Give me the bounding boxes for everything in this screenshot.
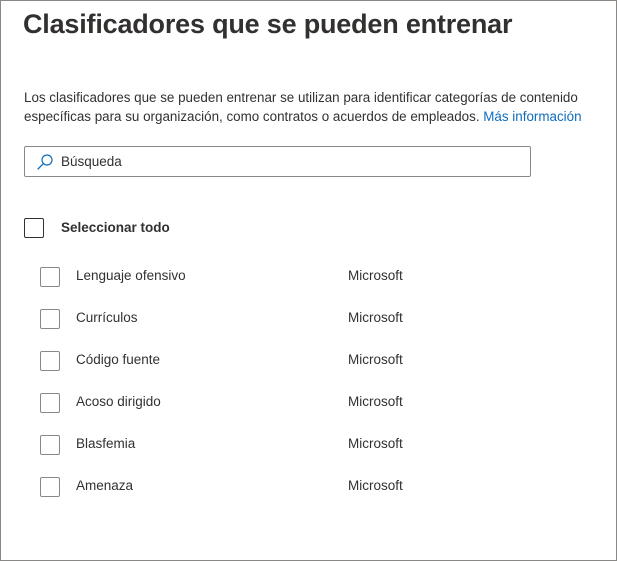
search-icon [37,154,53,170]
classifier-checkbox[interactable] [40,477,60,497]
classifier-row[interactable]: Lenguaje ofensivo Microsoft [40,267,580,287]
page-title: Clasificadores que se pueden entrenar [23,9,513,39]
search-box[interactable] [24,146,531,177]
description: Los clasificadores que se pueden entrena… [24,88,599,126]
classifier-checkbox[interactable] [40,351,60,371]
classifier-publisher: Microsoft [348,268,403,283]
classifier-checkbox[interactable] [40,309,60,329]
classifier-name: Acoso dirigido [76,394,161,409]
trainable-classifiers-panel: Clasificadores que se pueden entrenar Lo… [0,0,617,561]
select-all-label: Seleccionar todo [61,220,170,235]
search-input[interactable] [61,151,521,172]
classifier-row[interactable]: Blasfemia Microsoft [40,435,580,455]
classifier-checkbox[interactable] [40,435,60,455]
classifier-publisher: Microsoft [348,394,403,409]
select-all[interactable]: Seleccionar todo [24,218,284,240]
classifier-name: Currículos [76,310,138,325]
classifier-publisher: Microsoft [348,436,403,451]
classifier-row[interactable]: Acoso dirigido Microsoft [40,393,580,413]
classifier-checkbox[interactable] [40,267,60,287]
classifier-name: Lenguaje ofensivo [76,268,186,283]
select-all-checkbox[interactable] [24,218,44,238]
more-info-link[interactable]: Más información [483,109,581,124]
classifier-checkbox[interactable] [40,393,60,413]
classifier-name: Código fuente [76,352,161,367]
classifier-publisher: Microsoft [348,478,403,493]
classifier-name: Blasfemia [76,436,136,451]
classifier-name: Amenaza [76,478,134,493]
classifier-publisher: Microsoft [348,310,403,325]
classifier-row[interactable]: Código fuente Microsoft [40,351,580,371]
classifier-publisher: Microsoft [348,352,403,367]
classifier-row[interactable]: Currículos Microsoft [40,309,580,329]
classifier-row[interactable]: Amenaza Microsoft [40,477,580,497]
